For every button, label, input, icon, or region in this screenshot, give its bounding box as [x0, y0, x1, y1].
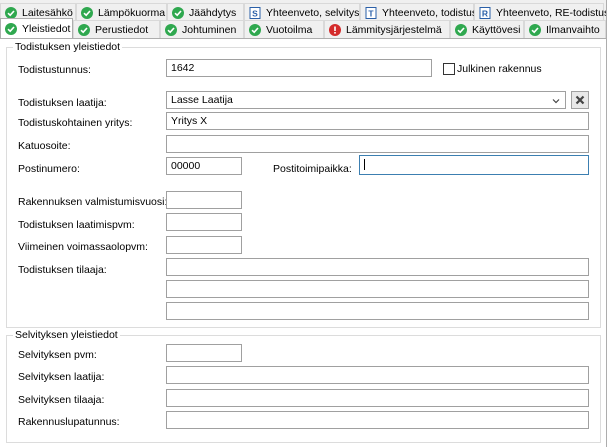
document-t-icon: T — [365, 6, 377, 19]
check-circle-icon — [249, 23, 261, 36]
tab-yhteenveto-todistus[interactable]: T Yhteenveto, todistus — [360, 3, 478, 21]
todistustunnus-input[interactable]: 1642 — [166, 59, 432, 77]
document-s-icon: S — [249, 6, 261, 19]
laatimispvm-label: Todistuksen laatimispvm: — [18, 219, 135, 231]
public-building-checkbox[interactable] — [443, 63, 455, 75]
public-building-label: Julkinen rakennus — [457, 63, 542, 75]
postitoimipaikka-label: Postitoimipaikka: — [273, 163, 352, 175]
error-circle-icon — [329, 23, 341, 36]
rakennuslupatunnus-label: Rakennuslupatunnus: — [18, 416, 120, 428]
tab-label: Vuotoilma — [266, 23, 313, 36]
check-circle-icon — [78, 23, 90, 36]
tab-yleistiedot[interactable]: Yleistiedot — [0, 18, 73, 38]
katuosoite-input[interactable] — [166, 135, 589, 153]
tab-label: Lämmitysjärjestelmä — [346, 23, 442, 36]
tab-vuotoilma[interactable]: Vuotoilma — [244, 20, 324, 38]
postitoimipaikka-input[interactable] — [359, 155, 589, 175]
yritys-label: Todistuskohtainen yritys: — [18, 117, 133, 129]
tab-label: Laitesähkö — [22, 6, 73, 19]
svg-text:R: R — [482, 8, 488, 18]
katuosoite-label: Katuosoite: — [18, 140, 71, 152]
check-circle-icon — [81, 6, 93, 19]
selvitys-pvm-input[interactable] — [166, 344, 242, 362]
chevron-down-icon — [551, 95, 561, 105]
postinumero-input[interactable]: 00000 — [166, 157, 242, 175]
check-circle-icon — [5, 6, 17, 19]
tab-yhteenveto-selvitys[interactable]: S Yhteenveto, selvitys — [244, 3, 360, 21]
laatija-label: Todistuksen laatija: — [18, 97, 107, 109]
laatija-dropdown[interactable]: Lasse Laatija — [166, 91, 566, 109]
rakennuslupatunnus-input[interactable] — [166, 411, 589, 429]
tab-lampokuorma[interactable]: Lämpökuorma — [76, 3, 167, 21]
tilaaja-line-1[interactable] — [166, 258, 589, 276]
tab-lammitysjarjestelma[interactable]: Lämmitysjärjestelmä — [324, 20, 450, 38]
tab-johtuminen[interactable]: Johtuminen — [160, 20, 244, 38]
tab-label: Perustiedot — [95, 23, 149, 36]
laatija-selected-value: Lasse Laatija — [171, 94, 233, 106]
tilaaja-line-3[interactable] — [166, 302, 589, 320]
check-circle-icon — [165, 23, 177, 36]
postinumero-label: Postinumero: — [18, 163, 80, 175]
group-title: Selvityksen yleistiedot — [13, 329, 120, 341]
content-panel: Todistuksen yleistiedot Todistustunnus: … — [0, 38, 607, 447]
svg-text:S: S — [252, 8, 258, 18]
document-r-icon: R — [479, 6, 491, 19]
svg-text:T: T — [368, 8, 374, 18]
tab-yhteenveto-re-todistus[interactable]: R Yhteenveto, RE-todistus — [474, 3, 607, 21]
valmistumisvuosi-input[interactable] — [166, 191, 242, 209]
voimassaolopvm-input[interactable] — [166, 236, 242, 254]
tab-label: Yhteenveto, selvitys — [266, 6, 360, 19]
group-title: Todistuksen yleistiedot — [13, 41, 123, 53]
tab-label: Johtuminen — [182, 23, 237, 36]
clear-laatija-button[interactable] — [571, 91, 589, 109]
tab-kayttovesi[interactable]: Käyttövesi — [450, 20, 524, 38]
tab-ilmanvaihto[interactable]: Ilmanvaihto — [524, 20, 606, 38]
tab-label: Jäähdytys — [189, 6, 237, 19]
close-icon — [574, 94, 586, 106]
tab-label: Yhteenveto, RE-todistus — [496, 6, 607, 19]
tab-label: Lämpökuorma — [98, 6, 166, 19]
valmistumisvuosi-label: Rakennuksen valmistumisvuosi: — [18, 196, 168, 208]
check-circle-icon — [455, 23, 467, 36]
voimassaolopvm-label: Viimeinen voimassaolopvm: — [18, 241, 148, 253]
selvitys-tilaaja-label: Selvityksen tilaaja: — [18, 394, 105, 406]
tab-label: Käyttövesi — [472, 23, 521, 36]
tab-row-1: Laitesähkö Lämpökuorma Jäähdytys S Yhtee… — [0, 3, 607, 21]
check-circle-icon — [5, 22, 17, 35]
tab-label: Yhteenveto, todistus — [382, 6, 478, 19]
check-circle-icon — [172, 6, 184, 19]
tilaaja-line-2[interactable] — [166, 280, 589, 298]
yritys-input[interactable]: Yritys X — [166, 112, 589, 130]
tab-label: Yleistiedot — [22, 22, 71, 35]
todistustunnus-label: Todistustunnus: — [18, 64, 91, 76]
selvitys-pvm-label: Selvityksen pvm: — [18, 349, 97, 361]
selvitys-laatija-label: Selvityksen laatija: — [18, 371, 105, 383]
tab-jaahdytys[interactable]: Jäähdytys — [167, 3, 244, 21]
tab-label: Ilmanvaihto — [546, 23, 600, 36]
check-circle-icon — [529, 23, 541, 36]
tilaaja-label: Todistuksen tilaaja: — [18, 264, 107, 276]
laatimispvm-input[interactable] — [166, 213, 242, 231]
text-cursor — [364, 159, 365, 170]
selvitys-laatija-input[interactable] — [166, 366, 589, 384]
tab-row-2: Yleistiedot Perustiedot Johtuminen Vuoto… — [0, 18, 606, 38]
selvitys-tilaaja-input[interactable] — [166, 389, 589, 407]
tab-perustiedot[interactable]: Perustiedot — [73, 20, 160, 38]
